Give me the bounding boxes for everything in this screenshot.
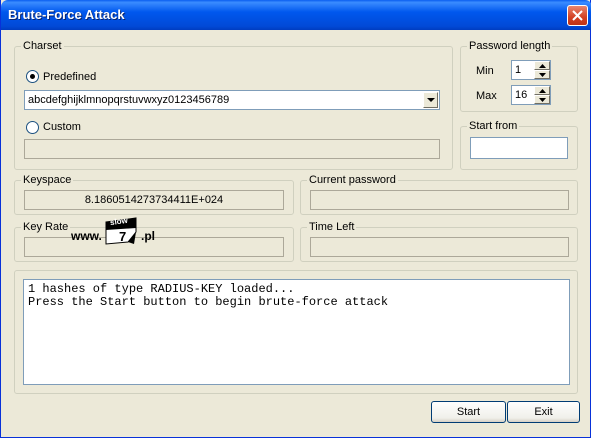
charset-legend: Charset <box>21 39 64 53</box>
chevron-down-icon <box>539 98 546 102</box>
predefined-radio[interactable] <box>26 70 39 83</box>
max-spin-down[interactable] <box>534 95 550 104</box>
watermark-seven: 7 <box>119 229 127 244</box>
custom-label[interactable]: Custom <box>43 120 81 134</box>
close-icon <box>572 10 583 21</box>
predefined-charset-value: abcdefghijklmnopqrstuvwxyz0123456789 <box>28 94 230 106</box>
brute-force-dialog: Brute-Force Attack Charset Predefined ab… <box>0 0 591 438</box>
combo-dropdown-button[interactable] <box>423 92 438 108</box>
max-length-spinner[interactable] <box>534 86 550 104</box>
custom-charset-field[interactable] <box>24 139 440 159</box>
max-length-value: 16 <box>515 89 528 101</box>
min-spin-down[interactable] <box>534 70 550 79</box>
start-from-field[interactable] <box>470 137 568 159</box>
watermark-www: www. <box>71 229 102 243</box>
max-label: Max <box>476 90 497 102</box>
keyspace-value: 8.1860514273734411E+024 <box>84 194 224 206</box>
keyspace-legend: Keyspace <box>21 173 74 187</box>
current-password-legend: Current password <box>307 173 398 187</box>
password-length-legend: Password length <box>467 39 553 53</box>
predefined-label[interactable]: Predefined <box>43 70 96 84</box>
time-left-legend: Time Left <box>307 220 357 234</box>
chevron-up-icon <box>539 64 546 68</box>
log-line: Press the Start button to begin brute-fo… <box>28 295 389 309</box>
min-label: Min <box>476 65 494 77</box>
max-spin-up[interactable] <box>534 86 550 95</box>
chevron-down-icon <box>427 98 435 102</box>
start-button[interactable]: Start <box>431 401 506 423</box>
title-bar: Brute-Force Attack <box>1 0 591 30</box>
keyspace-field: 8.1860514273734411E+024 <box>24 190 284 210</box>
close-button[interactable] <box>567 5 588 26</box>
min-spin-up[interactable] <box>534 61 550 70</box>
log-output[interactable]: 1 hashes of type RADIUS-KEY loaded... Pre… <box>23 279 570 385</box>
min-length-spinner[interactable] <box>534 61 550 79</box>
min-length-value: 1 <box>515 64 522 76</box>
watermark-logo: www. slow 7 .pl <box>71 216 161 248</box>
window-title: Brute-Force Attack <box>8 7 125 22</box>
start-from-legend: Start from <box>467 119 520 133</box>
current-password-field <box>310 190 569 210</box>
chevron-down-icon <box>539 73 546 77</box>
watermark-pl: .pl <box>141 229 155 243</box>
key-rate-legend: Key Rate <box>21 220 71 234</box>
chevron-up-icon <box>539 89 546 93</box>
time-left-field <box>310 237 569 257</box>
custom-radio[interactable] <box>26 121 39 134</box>
exit-button[interactable]: Exit <box>507 401 580 423</box>
predefined-charset-combo[interactable]: abcdefghijklmnopqrstuvwxyz0123456789 <box>24 90 440 110</box>
